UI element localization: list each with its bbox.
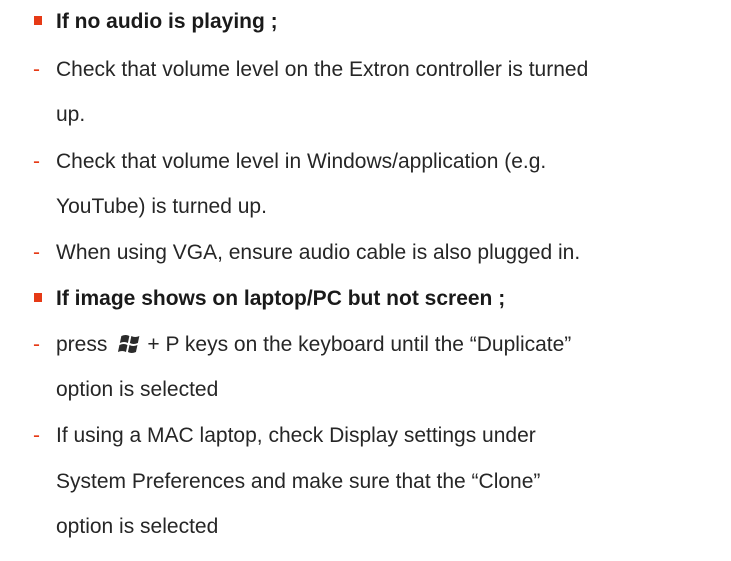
- image-item-1-press-text: press: [56, 333, 108, 356]
- audio-item-vga-cable: - When using VGA, ensure audio cable is …: [33, 241, 723, 265]
- image-item-1-line-2: option is selected: [56, 378, 219, 401]
- audio-item-volume-controller: - Check that volume level on the Extron …: [33, 58, 723, 82]
- audio-heading-text: If no audio is playing ;: [56, 10, 278, 33]
- image-item-mac-clone-cont-1: System Preferences and make sure that th…: [56, 470, 723, 494]
- audio-item-volume-controller-cont: up.: [56, 103, 723, 127]
- audio-item-2-line-1: Check that volume level in Windows/appli…: [56, 150, 547, 173]
- dash-bullet: -: [33, 333, 40, 356]
- image-item-2-line-2: System Preferences and make sure that th…: [56, 470, 541, 493]
- troubleshooting-document: If no audio is playing ; - Check that vo…: [0, 0, 731, 561]
- square-bullet-icon: [34, 16, 42, 25]
- image-heading-text: If image shows on laptop/PC but not scre…: [56, 287, 506, 310]
- image-item-1-keys-text: + P keys on the keyboard until the “Dupl…: [147, 333, 572, 356]
- audio-item-volume-windows-cont: YouTube) is turned up.: [56, 195, 723, 219]
- dash-bullet: -: [33, 424, 40, 447]
- audio-item-1-line-2: up.: [56, 103, 86, 126]
- audio-item-volume-windows: - Check that volume level in Windows/app…: [33, 150, 723, 174]
- dash-bullet: -: [33, 58, 40, 81]
- image-item-mac-clone: - If using a MAC laptop, check Display s…: [33, 424, 723, 448]
- image-item-mac-clone-cont-2: option is selected: [56, 515, 723, 539]
- windows-logo-icon: [117, 333, 141, 361]
- dash-bullet: -: [33, 150, 40, 173]
- audio-item-2-line-2: YouTube) is turned up.: [56, 195, 267, 218]
- image-item-duplicate-display-cont: option is selected: [56, 378, 723, 402]
- dash-bullet: -: [33, 241, 40, 264]
- image-section-heading: If image shows on laptop/PC but not scre…: [34, 287, 723, 311]
- audio-item-1-line-1: Check that volume level on the Extron co…: [56, 58, 589, 81]
- audio-section-heading: If no audio is playing ;: [34, 10, 723, 34]
- image-item-2-line-3: option is selected: [56, 515, 219, 538]
- audio-item-3-line-1: When using VGA, ensure audio cable is al…: [56, 241, 581, 264]
- image-item-2-line-1: If using a MAC laptop, check Display set…: [56, 424, 536, 447]
- image-item-duplicate-display: - press + P keys on the keyboard until t…: [33, 333, 723, 361]
- square-bullet-icon: [34, 293, 42, 302]
